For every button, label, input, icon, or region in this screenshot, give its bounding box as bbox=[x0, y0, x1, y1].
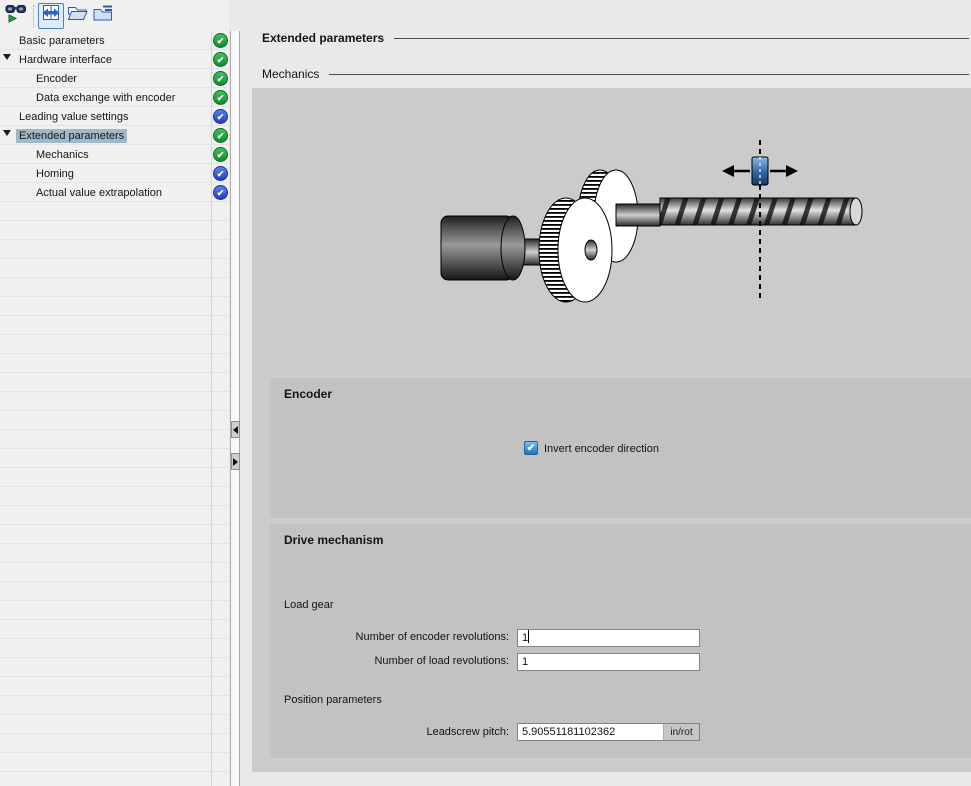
pane-split-button[interactable] bbox=[38, 3, 64, 29]
triangle-left-icon bbox=[233, 426, 238, 434]
sidebar-item-leading-value-settings[interactable]: Leading value settings ✔ bbox=[0, 107, 229, 126]
status-column-divider bbox=[211, 31, 212, 786]
encoder-section: Encoder ✔ Invert encoder direction bbox=[270, 378, 971, 518]
leadscrew-pitch-field: in/rot bbox=[517, 723, 700, 741]
status-ok-icon: ✔ bbox=[213, 128, 228, 143]
mechanics-content-panel: Encoder ✔ Invert encoder direction Drive… bbox=[252, 88, 971, 772]
sidebar-item-actual-value-extrapolation[interactable]: Actual value extrapolation ✔ bbox=[0, 183, 229, 202]
encoder-revolutions-label: Number of encoder revolutions: bbox=[270, 631, 517, 643]
pitch-unit-tag: in/rot bbox=[663, 724, 699, 740]
status-ok-icon: ✔ bbox=[213, 147, 228, 162]
invert-encoder-checkbox[interactable]: ✔ bbox=[524, 441, 538, 455]
sidebar-item-basic-parameters[interactable]: Basic parameters ✔ bbox=[0, 31, 229, 50]
status-default-icon: ✔ bbox=[213, 185, 228, 200]
leadscrew-drive-diagram bbox=[420, 128, 890, 323]
collapse-right-button[interactable] bbox=[231, 453, 240, 470]
load-revolutions-input[interactable] bbox=[517, 653, 700, 671]
sidebar-item-mechanics[interactable]: Mechanics ✔ bbox=[0, 145, 229, 164]
leadscrew-pitch-input[interactable] bbox=[518, 724, 663, 740]
text-caret bbox=[528, 630, 529, 643]
status-ok-icon: ✔ bbox=[213, 71, 228, 86]
monitor-toggle-button[interactable] bbox=[3, 3, 29, 29]
status-ok-icon: ✔ bbox=[213, 52, 228, 67]
status-ok-icon: ✔ bbox=[213, 90, 228, 105]
subtitle-rule bbox=[329, 74, 969, 75]
config-navigation-tree: Basic parameters ✔ Hardware interface ✔ … bbox=[0, 31, 229, 202]
leadscrew-pitch-label: Leadscrew pitch: bbox=[270, 726, 517, 738]
sidebar-toolbar bbox=[0, 0, 229, 31]
load-gear-label: Load gear bbox=[284, 599, 334, 611]
navigation-sidebar: Basic parameters ✔ Hardware interface ✔ … bbox=[0, 0, 229, 786]
collapse-left-button[interactable] bbox=[231, 421, 240, 438]
close-all-button[interactable] bbox=[90, 3, 116, 29]
sidebar-item-hardware-interface[interactable]: Hardware interface ✔ bbox=[0, 50, 229, 69]
invert-encoder-label: Invert encoder direction bbox=[544, 443, 659, 455]
collapse-arrow-icon[interactable] bbox=[3, 130, 11, 136]
sidebar-item-extended-parameters[interactable]: Extended parameters ✔ bbox=[0, 126, 229, 145]
encoder-section-title: Encoder bbox=[284, 387, 332, 401]
tia-portal-config-window: Basic parameters ✔ Hardware interface ✔ … bbox=[0, 0, 971, 786]
encoder-revolutions-input[interactable] bbox=[517, 629, 700, 647]
status-default-icon: ✔ bbox=[213, 166, 228, 181]
sidebar-item-data-exchange-with-encoder[interactable]: Data exchange with encoder ✔ bbox=[0, 88, 229, 107]
open-all-button[interactable] bbox=[64, 3, 90, 29]
drive-mechanism-section: Drive mechanism Load gear Number of enco… bbox=[270, 524, 971, 758]
split-pane-arrows-icon bbox=[40, 2, 62, 29]
toolbar-separator bbox=[33, 5, 34, 27]
triangle-right-icon bbox=[233, 458, 238, 466]
position-parameters-label: Position parameters bbox=[284, 694, 382, 706]
drive-section-title: Drive mechanism bbox=[284, 533, 383, 547]
monitor-goggles-icon bbox=[5, 2, 27, 29]
status-ok-icon: ✔ bbox=[213, 33, 228, 48]
folder-contents-icon bbox=[92, 2, 114, 29]
sidebar-item-encoder[interactable]: Encoder ✔ bbox=[0, 69, 229, 88]
collapse-arrow-icon[interactable] bbox=[3, 54, 11, 60]
title-rule bbox=[394, 38, 969, 39]
main-config-area: Extended parameters Mechanics bbox=[252, 0, 971, 786]
pane-splitter-bar[interactable] bbox=[230, 31, 240, 786]
sidebar-item-homing[interactable]: Homing ✔ bbox=[0, 164, 229, 183]
load-revolutions-label: Number of load revolutions: bbox=[270, 655, 517, 667]
folder-open-icon bbox=[66, 2, 88, 29]
page-title: Extended parameters bbox=[262, 31, 384, 45]
status-default-icon: ✔ bbox=[213, 109, 228, 124]
section-title: Mechanics bbox=[262, 67, 319, 81]
